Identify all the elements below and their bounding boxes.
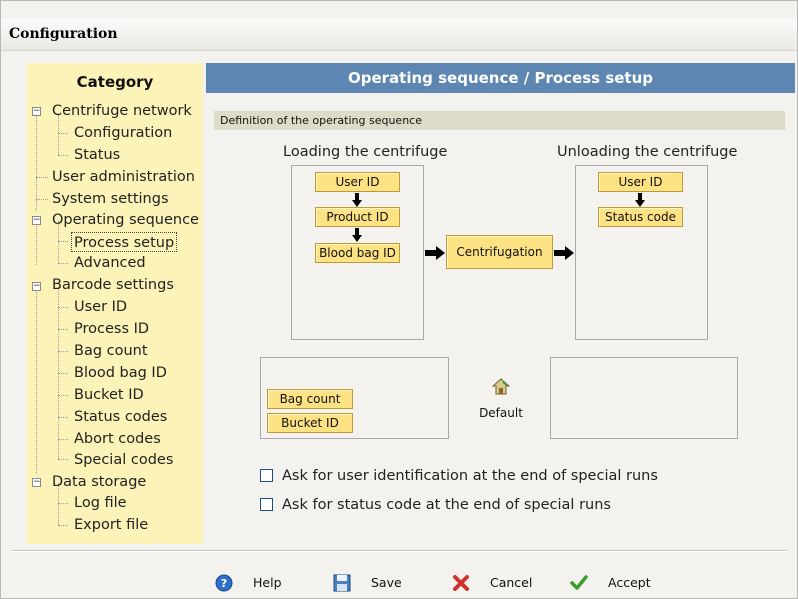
tree-item-advanced[interactable]: Advanced: [74, 253, 146, 273]
tree-item-user-id[interactable]: User ID: [74, 297, 127, 317]
save-button[interactable]: Save: [333, 572, 413, 594]
configuration-window: Configuration Category − − − − Centrifug…: [0, 0, 798, 599]
tree-item-bucket-id[interactable]: Bucket ID: [74, 385, 144, 405]
collapse-icon[interactable]: −: [32, 478, 41, 487]
category-heading: Category: [76, 73, 154, 91]
cancel-button[interactable]: Cancel: [452, 572, 542, 594]
collapse-icon[interactable]: −: [32, 216, 41, 225]
tree-item-configuration[interactable]: Configuration: [74, 123, 172, 143]
tree-item-abort-codes[interactable]: Abort codes: [74, 429, 161, 449]
loading-label: Loading the centrifuge: [283, 144, 448, 160]
loading-step-product-id[interactable]: Product ID: [315, 207, 400, 227]
tree-item-process-setup[interactable]: Process setup: [71, 232, 178, 252]
save-icon: [333, 574, 351, 592]
check-icon: [570, 575, 588, 590]
tree-item-export-file[interactable]: Export file: [74, 515, 148, 535]
tree-item-log-file[interactable]: Log file: [74, 493, 127, 513]
title-bar: Configuration: [1, 19, 797, 51]
definition-label: Definition of the operating sequence: [214, 111, 785, 130]
save-label: Save: [371, 575, 402, 590]
tree-item-system-settings[interactable]: System settings: [52, 189, 169, 209]
collapse-icon[interactable]: −: [32, 282, 41, 291]
arrow-down-icon: [352, 228, 362, 242]
accept-button[interactable]: Accept: [570, 572, 660, 594]
window-title: Configuration: [9, 26, 118, 42]
footer-separator: [11, 550, 787, 552]
help-button[interactable]: ? Help: [215, 572, 295, 594]
tree-item-process-id[interactable]: Process ID: [74, 319, 149, 339]
help-label: Help: [253, 575, 282, 590]
tree-item-blood-bag-id[interactable]: Blood bag ID: [74, 363, 167, 383]
tree-item-status[interactable]: Status: [74, 145, 120, 165]
tree-item-bag-count[interactable]: Bag count: [74, 341, 148, 361]
unloading-step-status-code[interactable]: Status code: [598, 207, 683, 227]
status-code-checkbox[interactable]: [260, 498, 273, 511]
status-code-label[interactable]: Ask for status code at the end of specia…: [282, 495, 611, 515]
unloading-available-box[interactable]: [550, 357, 738, 439]
home-icon: [492, 378, 510, 395]
cancel-icon: [453, 575, 469, 591]
section-header: Operating sequence / Process setup: [206, 63, 795, 93]
arrow-right-icon: [425, 246, 445, 260]
accept-label: Accept: [608, 575, 651, 590]
user-identification-checkbox[interactable]: [260, 469, 273, 482]
tree-item-status-codes[interactable]: Status codes: [74, 407, 167, 427]
loading-step-user-id[interactable]: User ID: [315, 172, 400, 192]
tree-item-data-storage[interactable]: Data storage: [52, 472, 146, 492]
category-sidebar: Category − − − − Centrifuge network Conf…: [27, 63, 203, 544]
cancel-label: Cancel: [490, 575, 533, 590]
default-button[interactable]: Default: [471, 376, 531, 422]
svg-text:?: ?: [221, 577, 227, 590]
default-label: Default: [479, 406, 523, 420]
arrow-down-icon: [635, 193, 645, 207]
tree-item-user-administration[interactable]: User administration: [52, 167, 195, 187]
available-item-bag-count[interactable]: Bag count: [267, 389, 353, 409]
unloading-step-user-id[interactable]: User ID: [598, 172, 683, 192]
available-item-bucket-id[interactable]: Bucket ID: [267, 413, 353, 433]
tree-item-special-codes[interactable]: Special codes: [74, 450, 173, 470]
user-identification-label[interactable]: Ask for user identification at the end o…: [282, 466, 658, 486]
unloading-label: Unloading the centrifuge: [557, 144, 738, 160]
arrow-down-icon: [352, 193, 362, 207]
tree-item-barcode-settings[interactable]: Barcode settings: [52, 275, 174, 295]
centrifugation-step[interactable]: Centrifugation: [446, 235, 553, 269]
tree-item-operating-sequence[interactable]: Operating sequence: [52, 210, 199, 230]
help-icon: ?: [215, 574, 233, 592]
loading-step-blood-bag-id[interactable]: Blood bag ID: [315, 243, 400, 263]
tree-item-centrifuge-network[interactable]: Centrifuge network: [52, 101, 192, 121]
arrow-right-icon: [554, 246, 574, 260]
collapse-icon[interactable]: −: [32, 107, 41, 116]
